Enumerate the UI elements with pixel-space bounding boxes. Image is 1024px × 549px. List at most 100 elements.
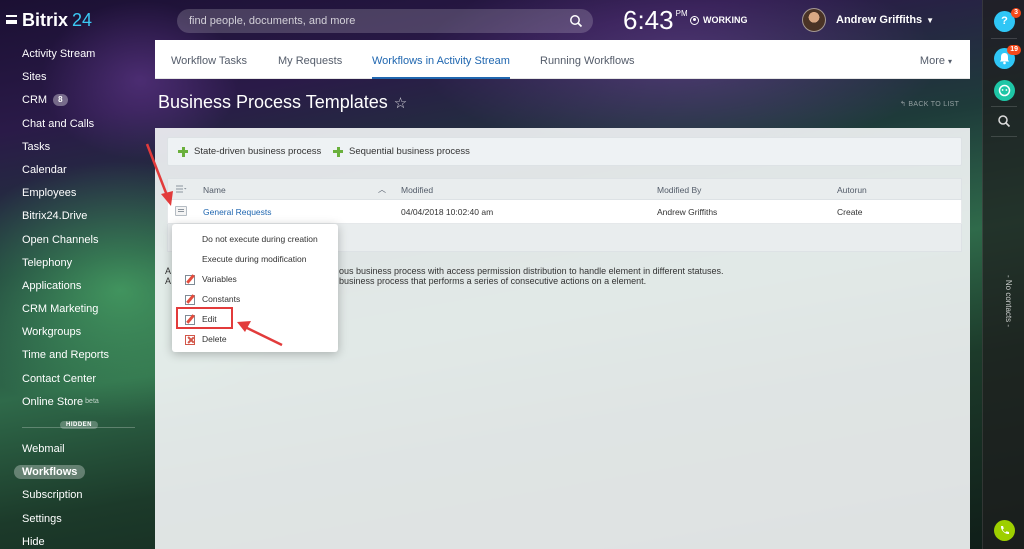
tab-workflows-in-activity-stream[interactable]: Workflows in Activity Stream — [372, 40, 510, 79]
beta-badge: beta — [85, 397, 99, 405]
menu-burger-icon[interactable] — [6, 15, 17, 24]
chevron-down-icon: ▼ — [926, 16, 935, 25]
row-actions-menu-icon[interactable] — [175, 206, 187, 216]
sidebar-item-label: Applications — [22, 279, 82, 292]
user-name: Andrew Griffiths — [836, 14, 923, 26]
menu-item-label: Execute during modification — [202, 254, 307, 264]
work-status-label: WORKING — [703, 15, 748, 25]
sidebar-item-label: Contact Center — [22, 372, 96, 385]
grid-header: Name ︿ Modified Modified By Autorun — [167, 178, 962, 200]
column-settings-icon[interactable] — [175, 184, 187, 194]
search-input[interactable] — [189, 13, 559, 29]
search-icon[interactable] — [997, 114, 1011, 128]
sidebar-item-label: Calendar — [22, 163, 67, 176]
sidebar-item-subscription[interactable]: Subscription — [0, 485, 155, 508]
legend-line1-text: ous business process with access permiss… — [339, 266, 724, 276]
page-title: Business Process Templates ☆ — [158, 92, 407, 113]
add-sequential-button[interactable]: Sequential business process — [333, 146, 470, 157]
sidebar-item-sites[interactable]: Sites — [0, 67, 155, 90]
hidden-label: HIDDEN — [60, 421, 99, 429]
help-icon: ? — [1001, 15, 1008, 27]
plus-icon — [178, 146, 188, 157]
sidebar-item-label: Workgroups — [22, 326, 82, 339]
column-autorun[interactable]: Autorun — [837, 185, 867, 195]
chat-icon — [998, 84, 1011, 97]
column-modified-by[interactable]: Modified By — [657, 185, 701, 195]
column-name[interactable]: Name — [203, 185, 226, 195]
sidebar-item-crm[interactable]: CRM 8 — [0, 90, 155, 113]
menu-item-execute-modification[interactable]: Execute during modification — [172, 251, 338, 271]
sidebar-item-telephony[interactable]: Telephony — [0, 253, 155, 276]
sidebar-item-chat-and-calls[interactable]: Chat and Calls — [0, 114, 155, 137]
menu-item-do-not-execute-creation[interactable]: Do not execute during creation — [172, 231, 338, 251]
sidebar-item-time-and-reports[interactable]: Time and Reports — [0, 345, 155, 368]
tab-my-requests[interactable]: My Requests — [278, 40, 342, 79]
sidebar-item-applications[interactable]: Applications — [0, 276, 155, 299]
tab-running-workflows[interactable]: Running Workflows — [540, 40, 635, 79]
add-state-driven-button[interactable]: State-driven business process — [178, 146, 321, 157]
more-label: More — [919, 55, 945, 67]
logo-number: 24 — [72, 10, 93, 30]
user-avatar[interactable] — [802, 8, 826, 32]
table-row: General Requests 04/04/2018 10:02:40 am … — [167, 200, 962, 224]
legend-line2-prefix: A — [165, 276, 172, 286]
back-to-list-link[interactable]: ↰ BACK TO LIST — [900, 100, 959, 108]
help-button[interactable]: ? 3 — [994, 8, 1021, 32]
sidebar-item-label: Workflows — [14, 465, 86, 480]
menu-item-label: Variables — [202, 274, 237, 284]
logo-text: Bitrix — [22, 10, 69, 30]
sidebar-item-activity-stream[interactable]: Activity Stream — [0, 44, 155, 67]
menu-item-label: Do not execute during creation — [202, 234, 318, 244]
menu-item-delete[interactable]: Delete — [172, 331, 338, 351]
sidebar-item-online-store[interactable]: Online Store beta — [0, 392, 155, 415]
sidebar-item-tasks[interactable]: Tasks — [0, 137, 155, 160]
hidden-separator[interactable]: HIDDEN — [0, 419, 155, 435]
sidebar-item-employees[interactable]: Employees — [0, 183, 155, 206]
sidebar-item-label: Activity Stream — [22, 48, 96, 60]
help-count-badge: 3 — [1011, 8, 1021, 18]
phone-button[interactable] — [994, 520, 1015, 541]
sidebar-item-hide[interactable]: Hide — [0, 532, 155, 549]
modified-date: 04/04/2018 10:02:40 am — [401, 207, 494, 217]
crm-count-badge: 8 — [53, 94, 68, 107]
top-header: Bitrix24 6:43PM WORKING Andrew Griffiths… — [0, 0, 982, 40]
clock: 6:43 PM — [623, 5, 688, 36]
sidebar-item-label: CRM — [22, 94, 48, 107]
add-state-driven-label: State-driven business process — [194, 146, 322, 157]
sidebar-item-webmail[interactable]: Webmail — [0, 439, 155, 462]
sidebar-item-drive[interactable]: Bitrix24.Drive — [0, 206, 155, 229]
menu-item-variables[interactable]: Variables — [172, 271, 338, 291]
sidebar-item-crm-marketing[interactable]: CRM Marketing — [0, 299, 155, 322]
notifications-button[interactable]: 19 — [994, 45, 1021, 69]
tab-workflow-tasks[interactable]: Workflow Tasks — [171, 40, 247, 79]
messenger-button[interactable] — [994, 80, 1015, 101]
sidebar-item-label: CRM Marketing — [22, 303, 99, 316]
modified-by: Andrew Griffiths — [657, 207, 718, 217]
sidebar-item-workflows[interactable]: Workflows — [0, 462, 155, 485]
sidebar-item-open-channels[interactable]: Open Channels — [0, 230, 155, 253]
sidebar-item-contact-center[interactable]: Contact Center — [0, 369, 155, 392]
bitrix-logo[interactable]: Bitrix 24 — [22, 10, 92, 31]
sidebar-item-label: Telephony — [22, 256, 73, 269]
global-search[interactable] — [177, 9, 593, 33]
sidebar-item-settings[interactable]: Settings — [0, 509, 155, 532]
star-icon[interactable]: ☆ — [394, 94, 407, 112]
sidebar-item-label: Employees — [22, 187, 77, 200]
sidebar-item-label: Bitrix24.Drive — [22, 210, 88, 223]
tab-more[interactable]: More ▾ — [920, 40, 952, 79]
sort-up-icon[interactable]: ︿ — [378, 184, 386, 195]
user-menu[interactable]: Andrew Griffiths ▼ — [836, 14, 934, 26]
search-icon[interactable] — [569, 14, 583, 28]
sidebar-item-workgroups[interactable]: Workgroups — [0, 322, 155, 345]
column-modified[interactable]: Modified — [401, 185, 433, 195]
sidebar-item-label: Open Channels — [22, 233, 99, 246]
template-name-link[interactable]: General Requests — [203, 207, 272, 217]
left-sidebar: Activity Stream Sites CRM 8 Chat and Call… — [0, 44, 155, 549]
work-status[interactable]: WORKING — [690, 15, 748, 25]
sidebar-item-label: Online Store — [22, 395, 84, 408]
edit-highlight-box — [176, 307, 233, 329]
sidebar-item-label: Sites — [22, 71, 47, 84]
add-sequential-label: Sequential business process — [349, 146, 470, 157]
autorun-value: Create — [837, 207, 863, 217]
sidebar-item-calendar[interactable]: Calendar — [0, 160, 155, 183]
